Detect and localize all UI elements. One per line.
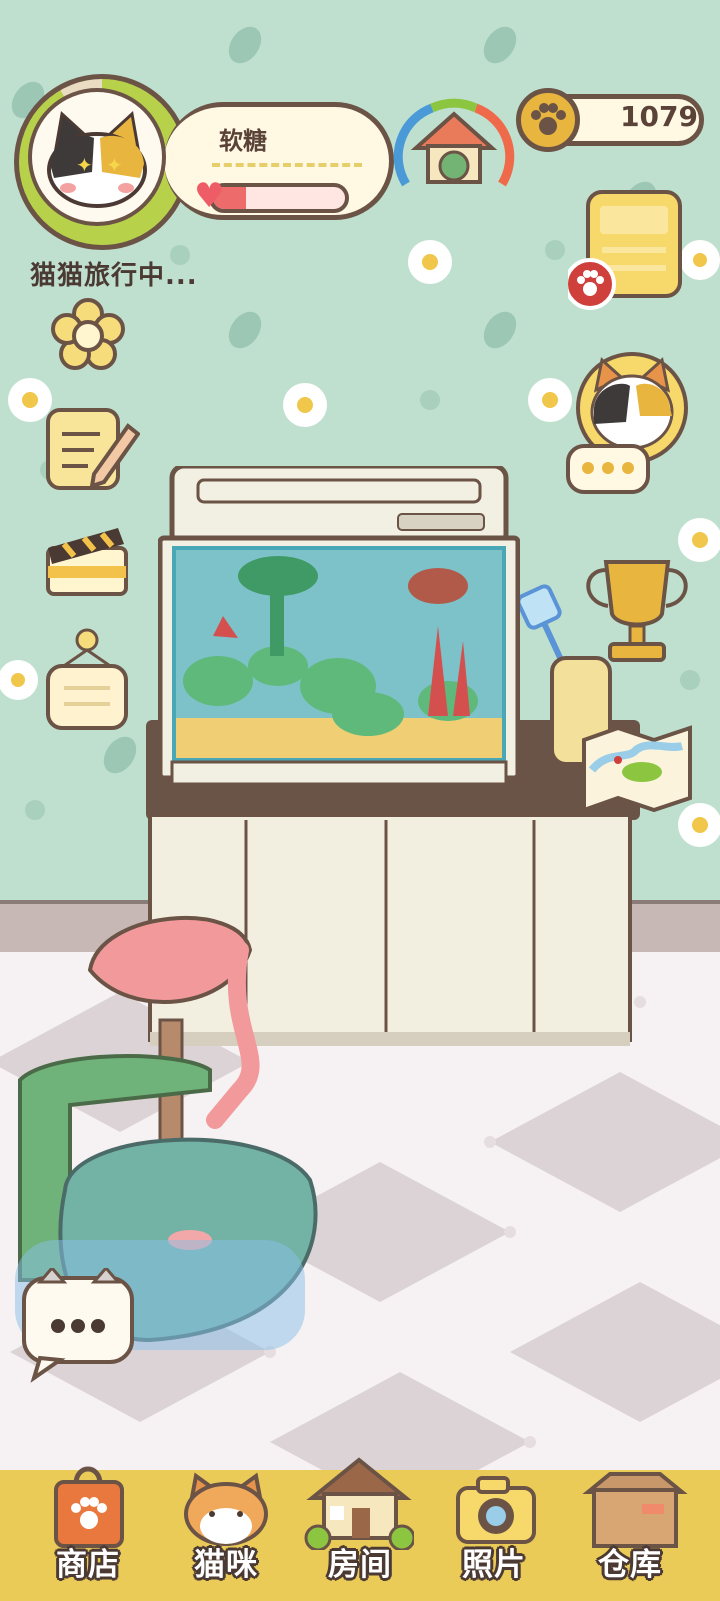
tab-storage-label: 仓库 (598, 1547, 662, 1583)
house-icon (304, 1457, 414, 1550)
mail-letter-icon[interactable] (568, 188, 688, 314)
map-icon[interactable] (578, 720, 696, 816)
cat-avatar[interactable]: ✦ ✦ (28, 88, 166, 226)
flower-icon[interactable] (48, 294, 128, 380)
calico-cat-chat-icon[interactable] (566, 346, 692, 502)
svg-text:✦: ✦ (106, 153, 123, 177)
tab-shop-label: 商店 (56, 1547, 120, 1583)
divider (212, 163, 362, 167)
svg-text:✦: ✦ (76, 153, 93, 177)
tab-cats-label: 猫咪 (194, 1547, 258, 1583)
tab-storage[interactable]: 仓库 (560, 1464, 700, 1600)
tab-photos[interactable]: 照片 (424, 1464, 564, 1600)
paw-coin-icon (516, 88, 580, 152)
aquarium-tank[interactable] (158, 466, 520, 794)
tab-cats[interactable]: 猫咪 (156, 1464, 296, 1600)
tab-room[interactable]: 房间 (290, 1457, 430, 1600)
clapperboard-icon[interactable] (44, 520, 130, 600)
tab-photos-label: 照片 (462, 1547, 526, 1583)
health-bar (209, 183, 349, 213)
hanging-sign-icon[interactable] (44, 626, 130, 732)
name-panel: 软糖 ♥ (164, 102, 394, 220)
tab-room-label: 房间 (328, 1547, 392, 1583)
cat-status-text: 猫猫旅行中... (30, 261, 198, 291)
trophy-icon[interactable] (578, 556, 696, 666)
cat-face-avatar-icon: ✦ ✦ (47, 111, 147, 208)
notepad-pencil-icon[interactable] (44, 404, 140, 494)
home-mood-gauge[interactable] (392, 88, 516, 212)
tab-shop[interactable]: 商店 (18, 1464, 158, 1600)
cat-chat-bubble[interactable] (20, 1268, 140, 1386)
coin-amount: 1079 (620, 100, 698, 133)
heart-icon: ♥ (194, 176, 225, 216)
cat-name: 软糖 (219, 127, 267, 155)
